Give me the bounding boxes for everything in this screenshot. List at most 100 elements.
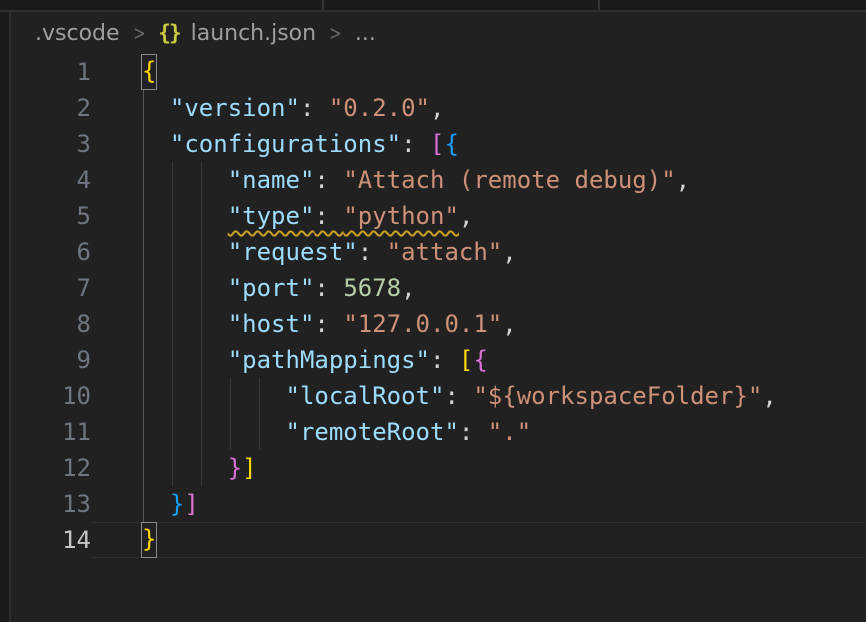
line-content[interactable]: "request": "attach", [91, 234, 866, 270]
code-token: "port" [228, 274, 315, 302]
line-content[interactable]: "host": "127.0.0.1", [91, 306, 866, 342]
code-token: "configurations" [170, 130, 401, 158]
code-token: , [459, 202, 473, 230]
indent-guide [201, 414, 202, 450]
breadcrumb: .vscode > {} launch.json > ... [11, 12, 866, 54]
indent-guide [172, 414, 173, 450]
line-content[interactable]: "type": "python", [91, 198, 866, 234]
indent-guide [143, 414, 144, 450]
code-token [141, 94, 170, 122]
code-line: 6 "request": "attach", [11, 234, 866, 270]
breadcrumb-file[interactable]: launch.json [191, 21, 317, 46]
code-token: ] [242, 454, 256, 482]
line-number[interactable]: 11 [11, 414, 91, 450]
code-token: "type" [228, 202, 315, 230]
indent-guide [143, 486, 144, 522]
line-number[interactable]: 2 [11, 90, 91, 126]
code-token: , [401, 274, 415, 302]
line-number[interactable]: 6 [11, 234, 91, 270]
breadcrumb-symbol[interactable]: ... [355, 21, 376, 46]
line-number[interactable]: 3 [11, 126, 91, 162]
line-number[interactable]: 8 [11, 306, 91, 342]
breadcrumb-folder[interactable]: .vscode [35, 21, 120, 46]
line-number[interactable]: 13 [11, 486, 91, 522]
code-token [141, 274, 228, 302]
code-token: [ [430, 130, 444, 158]
indent-guide [201, 342, 202, 378]
code-token: "." [488, 418, 531, 446]
tab-bar-strip [0, 0, 866, 12]
indent-guide [230, 414, 231, 450]
indent-guide [143, 126, 144, 162]
indent-guide [143, 450, 144, 486]
line-number[interactable]: 4 [11, 162, 91, 198]
code-token [141, 166, 228, 194]
code-token: , [502, 310, 516, 338]
indent-guide [143, 378, 144, 414]
code-token [141, 382, 286, 410]
line-content[interactable]: "remoteRoot": "." [91, 414, 866, 450]
code-line: 5 "type": "python", [11, 198, 866, 234]
line-content[interactable]: "configurations": [{ [91, 126, 866, 162]
code-token: "python" [343, 202, 459, 230]
code-token: "version" [170, 94, 300, 122]
line-number[interactable]: 12 [11, 450, 91, 486]
code-token [141, 310, 228, 338]
code-token [141, 490, 170, 518]
indent-guide [259, 414, 260, 450]
code-token: "remoteRoot" [286, 418, 459, 446]
line-number[interactable]: 7 [11, 270, 91, 306]
indent-guide [143, 234, 144, 270]
line-content[interactable]: } [91, 522, 866, 558]
tab-separator [598, 0, 600, 10]
indent-guide [172, 378, 173, 414]
chevron-right-icon: > [329, 21, 342, 45]
line-content[interactable]: }] [91, 486, 866, 522]
line-number[interactable]: 14 [11, 522, 91, 558]
code-token [141, 346, 228, 374]
code-token: : [314, 202, 343, 230]
code-token: "Attach (remote debug)" [343, 166, 675, 194]
code-token: : [430, 346, 459, 374]
code-token [141, 454, 228, 482]
code-token: : [314, 166, 343, 194]
indent-guide [201, 378, 202, 414]
line-content[interactable]: "port": 5678, [91, 270, 866, 306]
code-line: 2 "version": "0.2.0", [11, 90, 866, 126]
line-number[interactable]: 5 [11, 198, 91, 234]
indent-guide [230, 378, 231, 414]
line-content[interactable]: { [91, 54, 866, 90]
indent-guide [172, 198, 173, 234]
code-line: 8 "host": "127.0.0.1", [11, 306, 866, 342]
line-content[interactable]: "pathMappings": [{ [91, 342, 866, 378]
json-brackets-icon: {} [158, 21, 179, 45]
tab-separator [322, 0, 324, 10]
indent-guide [201, 162, 202, 198]
code-token: , [676, 166, 690, 194]
line-content[interactable]: }] [91, 450, 866, 486]
indent-guide [201, 270, 202, 306]
vscode-window: .vscode > {} launch.json > ... 1{2 "vers… [0, 0, 866, 622]
code-token: "0.2.0" [329, 94, 430, 122]
code-token: "host" [228, 310, 315, 338]
line-content[interactable]: "localRoot": "${workspaceFolder}", [91, 378, 866, 414]
indent-guide [143, 198, 144, 234]
code-token: , [430, 94, 444, 122]
line-number[interactable]: 1 [11, 54, 91, 90]
warning-squiggle: "type": "python" [228, 202, 459, 230]
code-token: { [444, 130, 458, 158]
code-token [141, 418, 286, 446]
code-token: : [459, 418, 488, 446]
line-number[interactable]: 9 [11, 342, 91, 378]
code-token: "name" [228, 166, 315, 194]
code-token: : [314, 274, 343, 302]
code-token: "pathMappings" [228, 346, 430, 374]
indent-guide [143, 90, 144, 126]
code-token: 5678 [343, 274, 401, 302]
line-content[interactable]: "name": "Attach (remote debug)", [91, 162, 866, 198]
line-number[interactable]: 10 [11, 378, 91, 414]
line-content[interactable]: "version": "0.2.0", [91, 90, 866, 126]
code-area: 1{2 "version": "0.2.0",3 "configurations… [11, 54, 866, 558]
indent-guide [201, 450, 202, 486]
code-token: [ [459, 346, 473, 374]
